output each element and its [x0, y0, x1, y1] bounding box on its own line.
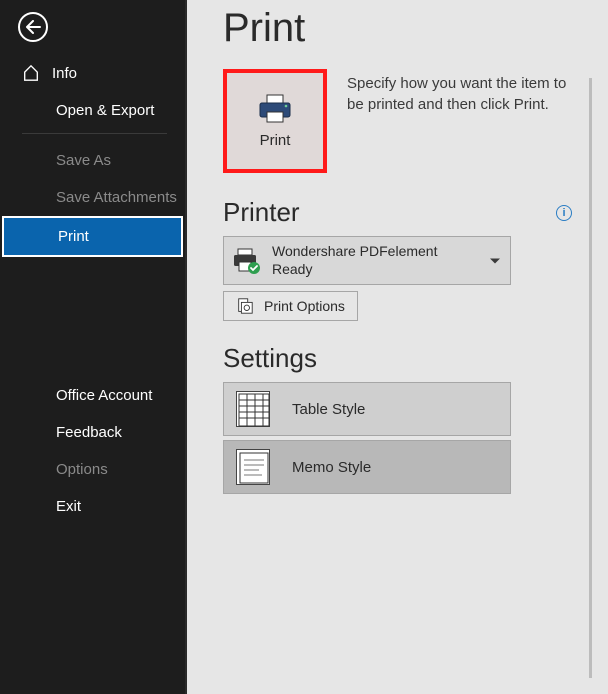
chevron-down-icon — [490, 258, 500, 263]
sidebar-item-open-export[interactable]: Open & Export — [0, 92, 185, 129]
style-memo[interactable]: Memo Style — [223, 440, 511, 494]
sidebar-divider — [22, 133, 167, 134]
printer-name: Wondershare PDFelement — [272, 243, 437, 261]
sidebar-item-exit[interactable]: Exit — [0, 488, 185, 525]
style-label: Memo Style — [292, 459, 371, 476]
style-table[interactable]: Table Style — [223, 382, 511, 436]
sidebar-label-office-account: Office Account — [56, 387, 152, 404]
back-button[interactable] — [18, 12, 48, 42]
printer-header-row: Printer i — [223, 197, 572, 228]
print-button[interactable]: Print — [223, 69, 327, 173]
print-description: Specify how you want the item to be prin… — [347, 69, 572, 173]
scrollbar-track[interactable] — [589, 78, 592, 678]
home-icon — [22, 64, 40, 82]
sidebar-label-print: Print — [58, 228, 89, 245]
printer-status: Ready — [272, 261, 437, 279]
sidebar-label-save-as: Save As — [56, 152, 111, 169]
page-title: Print — [223, 6, 572, 51]
sidebar-label-feedback: Feedback — [56, 424, 122, 441]
sidebar-spacer — [0, 257, 185, 377]
table-style-icon — [236, 391, 270, 427]
sidebar-label-save-attachments: Save Attachments — [56, 189, 177, 206]
sidebar-item-save-attachments: Save Attachments — [0, 179, 185, 216]
printer-icon — [257, 94, 293, 124]
print-options-button[interactable]: Print Options — [223, 291, 358, 321]
sidebar-item-info[interactable]: Info — [0, 54, 185, 92]
back-arrow-icon — [25, 20, 41, 34]
printer-info-icon[interactable]: i — [556, 205, 572, 221]
sidebar-item-office-account[interactable]: Office Account — [0, 377, 185, 414]
print-options-label: Print Options — [264, 298, 345, 314]
settings-section: Settings Table Style — [223, 343, 572, 494]
printer-select[interactable]: Wondershare PDFelement Ready — [223, 236, 511, 285]
settings-heading: Settings — [223, 343, 572, 374]
sidebar-item-options[interactable]: Options — [0, 451, 185, 488]
print-options-icon — [236, 297, 254, 315]
printer-text: Wondershare PDFelement Ready — [272, 243, 437, 278]
sidebar-label-info: Info — [52, 65, 77, 82]
memo-style-icon — [236, 449, 270, 485]
sidebar-label-options: Options — [56, 461, 108, 478]
printer-heading: Printer — [223, 197, 300, 228]
printer-ready-icon — [232, 248, 262, 274]
print-button-label: Print — [260, 132, 291, 149]
sidebar-label-exit: Exit — [56, 498, 81, 515]
file-backstage-sidebar: Info Open & Export Save As Save Attachme… — [0, 0, 185, 694]
sidebar-item-feedback[interactable]: Feedback — [0, 414, 185, 451]
sidebar-item-save-as: Save As — [0, 142, 185, 179]
sidebar-item-print[interactable]: Print — [2, 216, 183, 257]
print-row: Print Specify how you want the item to b… — [223, 69, 572, 173]
style-label: Table Style — [292, 401, 365, 418]
sidebar-label-open-export: Open & Export — [56, 102, 154, 119]
print-pane: Print Print Specify how you want the ite… — [185, 0, 608, 694]
